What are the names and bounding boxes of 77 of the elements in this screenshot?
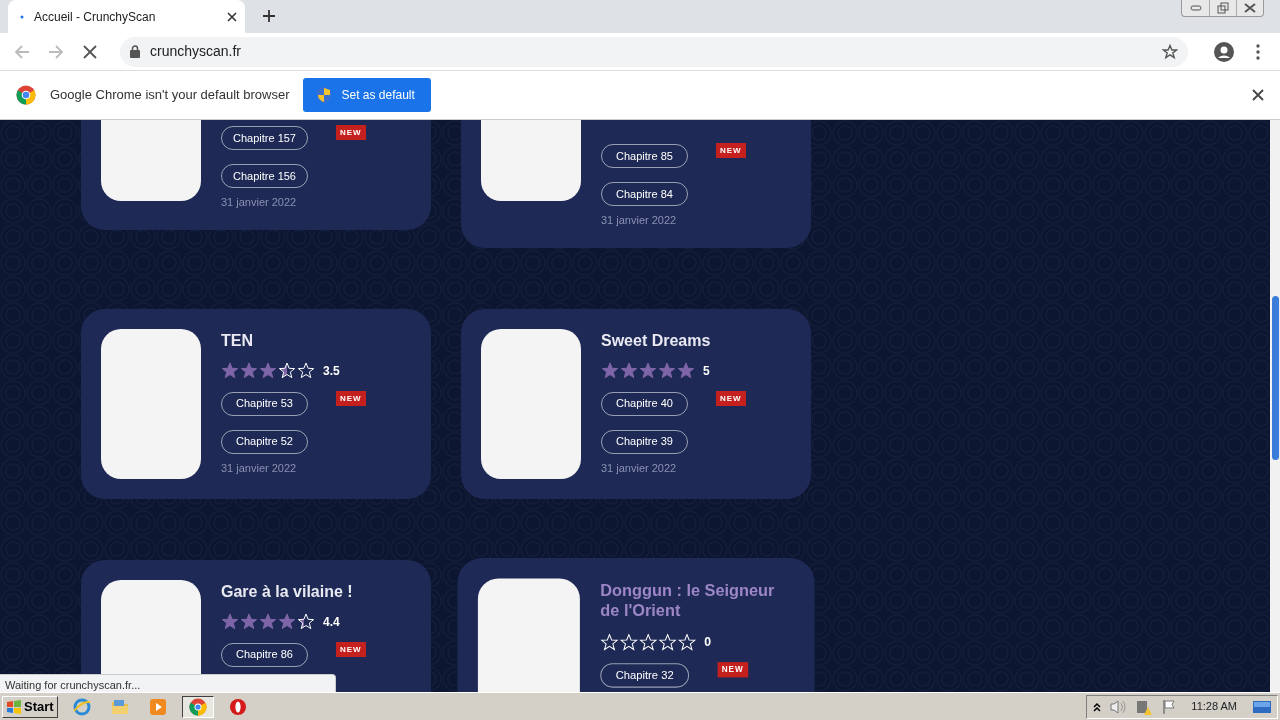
start-button[interactable]: Start <box>2 695 58 718</box>
manga-title[interactable]: TEN <box>221 330 411 351</box>
star-icon <box>601 362 619 379</box>
release-date: 31 janvier 2022 <box>221 195 298 210</box>
rating-value: 3.5 <box>323 362 340 380</box>
star-icon <box>221 362 239 379</box>
speaker-icon[interactable] <box>1109 698 1128 715</box>
plus-icon <box>263 10 275 22</box>
forward-arrow-icon <box>48 43 64 60</box>
infobar-message: Google Chrome isn't your default browser <box>50 86 290 105</box>
star-icon <box>221 613 239 630</box>
manga-title[interactable]: Donggun : le Seigneur de l'Orient <box>600 580 795 621</box>
new-badge: NEW <box>716 390 746 406</box>
star-icon <box>240 362 258 379</box>
stop-icon <box>83 44 97 59</box>
manga-card[interactable]: Chapitre 85 NEW Chapitre 84 31 janvier 2022 <box>461 120 811 248</box>
new-badge: NEW <box>716 143 746 158</box>
account-icon <box>1214 41 1234 62</box>
shield-icon <box>317 87 332 103</box>
half-star-icon <box>278 362 296 379</box>
star-icon <box>658 362 676 379</box>
back-arrow-icon <box>14 43 30 60</box>
chrome-logo-icon <box>16 85 36 105</box>
play-icon <box>148 697 167 716</box>
cover-image[interactable] <box>481 328 581 479</box>
star-icon[interactable] <box>1162 43 1178 60</box>
lock-icon <box>130 45 140 58</box>
scrollbar[interactable] <box>1270 120 1280 692</box>
windows-logo-icon <box>6 699 22 714</box>
close-icon[interactable] <box>227 11 237 22</box>
opera-icon <box>228 697 247 716</box>
address-bar[interactable]: crunchyscan.fr <box>120 36 1188 67</box>
new-badge: NEW <box>717 661 748 677</box>
browser-tab[interactable]: Accueil - CrunchyScan <box>8 0 245 33</box>
new-badge: NEW <box>336 641 366 657</box>
star-icon <box>259 362 277 379</box>
minimize-icon[interactable] <box>1189 5 1202 11</box>
close-icon[interactable] <box>1252 89 1264 101</box>
star-icon <box>278 613 296 630</box>
release-date: 31 janvier 2022 <box>601 460 678 476</box>
manga-title[interactable]: Sweet Dreams <box>601 330 791 351</box>
chrome-logo-icon <box>188 697 207 716</box>
release-date: 31 janvier 2022 <box>601 213 678 228</box>
flag-icon[interactable] <box>1161 698 1178 715</box>
star-icon <box>240 613 258 630</box>
close-icon[interactable] <box>1244 3 1256 13</box>
account-button[interactable] <box>1212 39 1236 64</box>
status-tooltip: Waiting for crunchyscan.fr... <box>0 674 336 692</box>
folder-icon <box>110 698 129 715</box>
tab-title: Accueil - CrunchyScan <box>34 8 157 26</box>
cover-image[interactable] <box>101 328 201 479</box>
release-date: 31 janvier 2022 <box>221 460 298 476</box>
new-badge: NEW <box>336 125 366 140</box>
show-desktop-icon[interactable] <box>1253 699 1271 714</box>
restore-icon[interactable] <box>1217 2 1229 14</box>
rating-value: 0 <box>704 633 712 651</box>
scrollbar-thumb[interactable] <box>1272 296 1279 460</box>
rating-value: 5 <box>703 362 710 380</box>
rating-value: 4.4 <box>323 613 340 631</box>
star-icon <box>639 362 657 379</box>
manga-card[interactable]: Sweet Dreams 5 Chapitre 40 NEW Chapitre 39 31 janvier 2022 <box>461 308 811 499</box>
manga-card[interactable]: Donggun : le Seigneur de l'Orient 0 Chapitre 32 NEW <box>457 557 815 692</box>
chevron-up-icon[interactable] <box>1093 701 1102 712</box>
cover-image[interactable] <box>477 578 580 692</box>
half-star-icon <box>297 613 315 630</box>
star-icon <box>259 613 277 630</box>
manga-title[interactable]: Gare à la vilaine ! <box>221 581 411 602</box>
clock: 11:28 AM <box>1191 699 1237 715</box>
star-icon <box>620 362 638 379</box>
new-badge: NEW <box>336 390 366 406</box>
menu-icon <box>1256 43 1260 60</box>
globe-icon <box>72 697 91 716</box>
set-default-button[interactable]: Set as default <box>303 78 431 112</box>
star-icon <box>677 362 695 379</box>
chrome-taskbar-button[interactable] <box>181 695 214 718</box>
manga-card[interactable]: Chapitre 157 NEW Chapitre 156 31 janvier 2022 <box>81 120 431 230</box>
manga-card[interactable]: TEN 3.5 Chapitre 53 NEW Chapitre 52 31 janvier 2022 <box>81 308 431 499</box>
